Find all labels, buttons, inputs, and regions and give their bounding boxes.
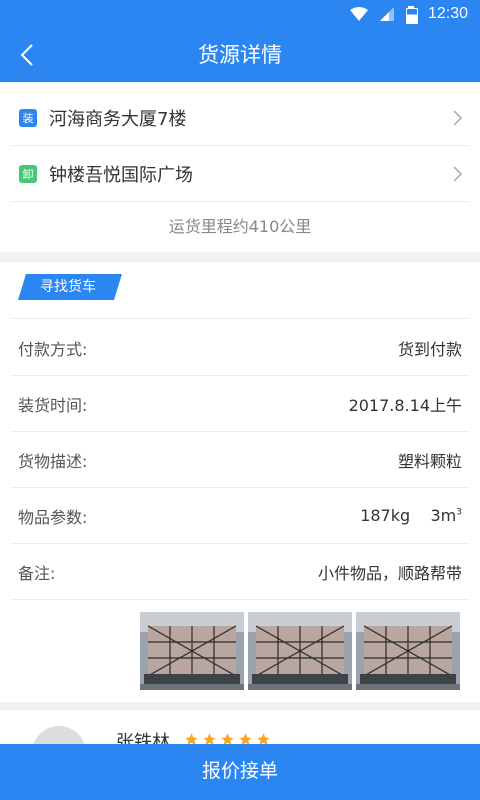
load-tag: 装	[19, 108, 37, 127]
cargo-photo-image	[356, 612, 460, 690]
status-bar: 12:30	[0, 0, 480, 28]
unload-address-row[interactable]: 卸 钟楼吾悦国际广场	[10, 146, 470, 202]
battery-icon	[405, 6, 418, 24]
chevron-right-icon	[453, 109, 463, 126]
cargo-params-label: 物品参数:	[18, 507, 88, 527]
divider	[10, 318, 470, 319]
cargo-params-value: 187kg 3m3	[360, 506, 462, 525]
cargo-photo-image	[248, 612, 352, 690]
cargo-desc-label: 货物描述:	[18, 451, 88, 471]
cargo-desc-row: 货物描述: 塑料颗粒	[10, 432, 470, 488]
load-time-value: 2017.8.14上午	[348, 395, 462, 415]
distance-text: 运货里程约410公里	[168, 217, 312, 236]
detail-card: 寻找货车 付款方式: 货到付款 装货时间: 2017.8.14上午 货物描述: …	[0, 262, 480, 702]
cargo-photo[interactable]	[140, 612, 244, 690]
cargo-weight: 187kg	[360, 506, 411, 525]
remark-row: 备注: 小件物品，顺路帮带	[10, 544, 470, 600]
cargo-desc-value: 塑料颗粒	[397, 451, 462, 471]
remark-value: 小件物品，顺路帮带	[317, 563, 462, 583]
cargo-photo-image	[140, 612, 244, 690]
payment-label: 付款方式:	[18, 339, 88, 359]
unload-address: 钟楼吾悦国际广场	[49, 164, 193, 186]
load-address-row[interactable]: 装 河海商务大厦7楼	[10, 90, 470, 146]
cargo-photo[interactable]	[356, 612, 460, 690]
status-icons: 12:30	[349, 4, 468, 24]
cargo-params-row: 物品参数: 187kg 3m3	[10, 488, 470, 544]
chevron-right-icon	[453, 165, 463, 182]
quote-accept-button[interactable]: 报价接单	[0, 744, 480, 800]
payment-row: 付款方式: 货到付款	[10, 320, 470, 376]
cargo-volume: 3m	[430, 506, 457, 525]
route-card: 装 河海商务大厦7楼 卸 钟楼吾悦国际广场 运货里程约410公里	[0, 82, 480, 252]
find-truck-label: 寻找货车	[40, 279, 96, 295]
find-truck-tag: 寻找货车	[18, 274, 122, 300]
cargo-photo[interactable]	[248, 612, 352, 690]
wifi-icon	[349, 7, 368, 21]
load-time-row: 装货时间: 2017.8.14上午	[10, 376, 470, 432]
signal-icon	[379, 7, 394, 21]
status-time: 12:30	[427, 5, 468, 22]
unload-tag: 卸	[19, 164, 37, 183]
payment-value: 货到付款	[397, 339, 462, 359]
cargo-volume-exponent: 3	[456, 507, 462, 518]
remark-label: 备注:	[18, 563, 56, 583]
cargo-photos	[140, 612, 464, 690]
nav-bar: 货源详情	[0, 28, 480, 82]
load-address: 河海商务大厦7楼	[49, 108, 187, 130]
load-time-label: 装货时间:	[18, 395, 88, 415]
page-title: 货源详情	[198, 43, 282, 67]
